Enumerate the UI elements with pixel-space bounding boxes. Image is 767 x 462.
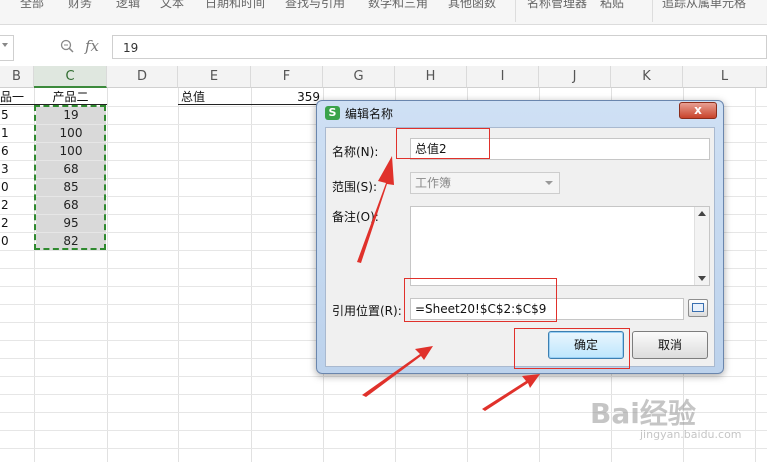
arrow-to-name xyxy=(357,156,394,263)
watermark-logo: Bai经验 xyxy=(590,397,696,430)
arrow-to-ref xyxy=(362,346,433,397)
arrow-to-ok xyxy=(482,374,540,411)
watermark-url: jingyan.baidu.com xyxy=(640,428,742,441)
